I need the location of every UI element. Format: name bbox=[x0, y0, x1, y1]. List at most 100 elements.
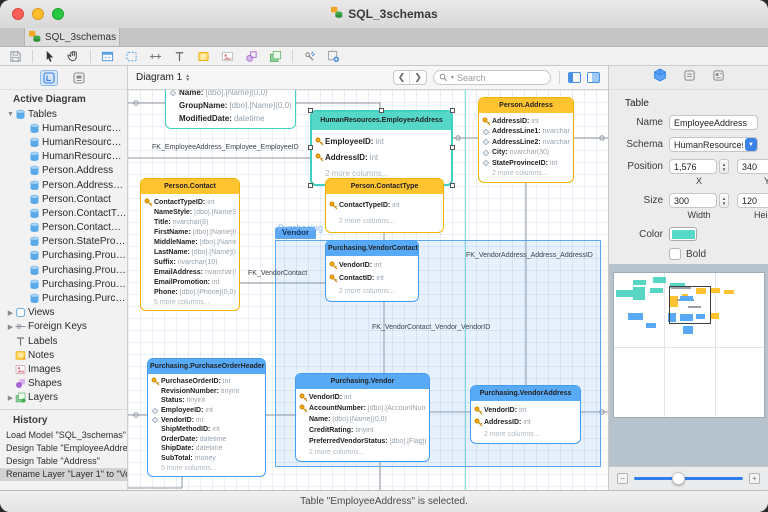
sidebar-item-humanresources-depar[interactable]: HumanResources.Depar... bbox=[0, 121, 127, 135]
minimap-viewport[interactable] bbox=[669, 286, 711, 324]
export-sql-button[interactable] bbox=[326, 49, 341, 64]
new-view-button[interactable] bbox=[124, 49, 139, 64]
sidebar-item-person-contacttype[interactable]: Person.ContactType bbox=[0, 206, 127, 220]
schema-select[interactable]: ▼ bbox=[669, 137, 758, 152]
sidebar-item-foreign-keys[interactable]: ▶Foreign Keys bbox=[0, 320, 127, 334]
nav-forward-button[interactable]: ❯ bbox=[410, 71, 426, 84]
diagram-selector[interactable]: Diagram 1 ▲▼ bbox=[136, 72, 190, 83]
chevron-icon[interactable]: ▶ bbox=[6, 323, 15, 331]
minimize-button[interactable] bbox=[32, 8, 44, 20]
selection-handle[interactable] bbox=[379, 108, 384, 113]
sidebar-item-notes[interactable]: Notes bbox=[0, 348, 127, 362]
chevron-icon[interactable]: ▶ bbox=[6, 394, 15, 402]
toggle-left-panel-button[interactable] bbox=[568, 72, 581, 83]
sidebar-item-shapes[interactable]: Shapes bbox=[0, 377, 127, 391]
selection-handle[interactable] bbox=[450, 183, 455, 188]
sidebar-item-views[interactable]: ▶Views bbox=[0, 306, 127, 320]
entity-HumanResources.EmployeeAddress[interactable]: HumanResources.EmployeeAddressEmployeeID… bbox=[310, 110, 453, 186]
entity-Purchasing.VendorContact[interactable]: Purchasing.VendorContactVendorID:intCont… bbox=[325, 240, 419, 302]
minimap-table-marker bbox=[653, 277, 666, 283]
entity-Person.Address[interactable]: Person.AddressAddressID:intAddressLine1:… bbox=[478, 97, 574, 183]
cursor-button[interactable] bbox=[42, 49, 57, 64]
entity-Person.ContactType[interactable]: Person.ContactTypeContactTypeID:int2 mor… bbox=[325, 178, 444, 233]
panel-tab-properties[interactable] bbox=[653, 68, 667, 87]
document-tab[interactable]: SQL_3schemas bbox=[24, 28, 120, 46]
panel-tab-format[interactable] bbox=[683, 69, 696, 87]
chevron-icon[interactable]: ▶ bbox=[6, 309, 15, 317]
entity-table[interactable]: Name:[dbo].[Name](0,0)GroupName:[dbo].[N… bbox=[165, 90, 296, 129]
minimap-table-marker bbox=[633, 287, 645, 300]
history-item[interactable]: Load Model "SQL_3schemas" bbox=[0, 429, 127, 442]
hand-button[interactable] bbox=[66, 49, 81, 64]
sidebar-item-person-address[interactable]: Person.Address bbox=[0, 164, 127, 178]
selection-handle[interactable] bbox=[450, 145, 455, 150]
zoom-slider[interactable] bbox=[634, 477, 743, 480]
fk-label[interactable]: FK_VendorContact bbox=[248, 270, 307, 277]
bold-checkbox[interactable] bbox=[669, 248, 681, 260]
diagram-canvas[interactable]: Vendor Purchasing Name:[dbo].[Name](0,0)… bbox=[128, 90, 608, 490]
entity-Purchasing.Vendor[interactable]: Purchasing.VendorVendorID:intAccountNumb… bbox=[295, 373, 430, 462]
selection-handle[interactable] bbox=[308, 145, 313, 150]
sidebar-item-layers[interactable]: ▶Layers bbox=[0, 391, 127, 405]
sidebar-tab-model-explorer[interactable] bbox=[70, 70, 88, 86]
sidebar-tab-diagram-explorer[interactable] bbox=[40, 70, 58, 86]
history-item[interactable]: Design Table "Address" bbox=[0, 455, 127, 468]
sidebar-item-purchasing-proudctven[interactable]: Purchasing.ProudctVen... bbox=[0, 249, 127, 263]
sidebar-item-purchasing-proudctven[interactable]: Purchasing.ProudctVen... bbox=[0, 277, 127, 291]
selection-handle[interactable] bbox=[450, 108, 455, 113]
save-button[interactable] bbox=[8, 49, 23, 64]
chevron-icon[interactable]: ▼ bbox=[6, 111, 15, 118]
position-x-stepper[interactable]: ▲▼ bbox=[719, 159, 729, 174]
search-box[interactable]: ▼ bbox=[433, 70, 551, 85]
sidebar-item-person-contactregion[interactable]: Person.ContactRegion bbox=[0, 221, 127, 235]
minimap[interactable] bbox=[613, 272, 765, 418]
new-layer-button[interactable] bbox=[268, 49, 283, 64]
new-note-button[interactable] bbox=[196, 49, 211, 64]
position-x-field[interactable] bbox=[669, 159, 717, 174]
selection-handle[interactable] bbox=[308, 108, 313, 113]
sidebar-item-purchasing-purchasing[interactable]: Purchasing.Purchasing... bbox=[0, 291, 127, 305]
width-field[interactable] bbox=[669, 193, 717, 208]
sidebar-item-person-addresstype[interactable]: Person.AddressType bbox=[0, 178, 127, 192]
search-input[interactable] bbox=[457, 73, 527, 83]
close-button[interactable] bbox=[12, 8, 24, 20]
new-shape-button[interactable] bbox=[244, 49, 259, 64]
zoom-button[interactable] bbox=[52, 8, 64, 20]
sidebar-item-tables[interactable]: ▼Tables bbox=[0, 107, 127, 121]
fk-label[interactable]: FK_VendorContact_Vendor_VendorID bbox=[372, 324, 490, 331]
entity-Purchasing.VendorAddress[interactable]: Purchasing.VendorAddressVendorID:intAddr… bbox=[470, 385, 581, 444]
history-item[interactable]: Rename Layer "Layer 1" to "Vendor" bbox=[0, 468, 127, 481]
color-swatch-button[interactable] bbox=[669, 227, 697, 241]
new-table-button[interactable] bbox=[100, 49, 115, 64]
sidebar-item-images[interactable]: Images bbox=[0, 362, 127, 376]
zoom-in-button[interactable]: + bbox=[749, 473, 760, 484]
sidebar-item-humanresources-emplo[interactable]: HumanResources.Emplo... bbox=[0, 150, 127, 164]
new-image-button[interactable] bbox=[220, 49, 235, 64]
sidebar-item-person-stateprovince[interactable]: Person.StateProvince bbox=[0, 235, 127, 249]
nav-back-button[interactable]: ❮ bbox=[394, 71, 410, 84]
model-tools-button[interactable] bbox=[302, 49, 317, 64]
sidebar-item-purchasing-proudctven[interactable]: Purchasing.ProudctVen... bbox=[0, 263, 127, 277]
toggle-right-panel-button[interactable] bbox=[587, 72, 600, 83]
fk-label[interactable]: FK_VendorAddress_Address_AddressID bbox=[466, 252, 593, 259]
new-relation-button[interactable] bbox=[148, 49, 163, 64]
height-field[interactable] bbox=[737, 193, 768, 208]
sidebar-item-humanresources-emplo[interactable]: HumanResources.Emplo... bbox=[0, 135, 127, 149]
sidebar-item-person-contact[interactable]: Person.Contact bbox=[0, 192, 127, 206]
entity-Purchasing.PurchaseOrderHeader[interactable]: Purchasing.PurchaseOrderHeaderPurchaseOr… bbox=[147, 358, 266, 477]
position-y-field[interactable] bbox=[737, 159, 768, 174]
properties-panel: Table Name Schema ▼ Position bbox=[608, 66, 768, 490]
new-label-button[interactable] bbox=[172, 49, 187, 64]
history-item[interactable]: Design Table "EmployeeAddress" bbox=[0, 442, 127, 455]
entity-Person.Contact[interactable]: Person.ContactContactTypeID:intNameStyle… bbox=[140, 178, 240, 311]
table-name-field[interactable] bbox=[669, 115, 758, 130]
sidebar-item-labels[interactable]: Labels bbox=[0, 334, 127, 348]
zoom-slider-knob[interactable] bbox=[672, 472, 685, 485]
minimap-zone bbox=[609, 264, 768, 466]
fk-label[interactable]: FK_EmployeeAddress_Employee_EmployeeID bbox=[152, 144, 299, 151]
width-stepper[interactable]: ▲▼ bbox=[719, 193, 729, 208]
selection-handle[interactable] bbox=[308, 183, 313, 188]
zoom-out-button[interactable]: − bbox=[617, 473, 628, 484]
panel-tab-info[interactable] bbox=[712, 69, 725, 87]
search-filter-chevron[interactable]: ▼ bbox=[450, 75, 455, 81]
